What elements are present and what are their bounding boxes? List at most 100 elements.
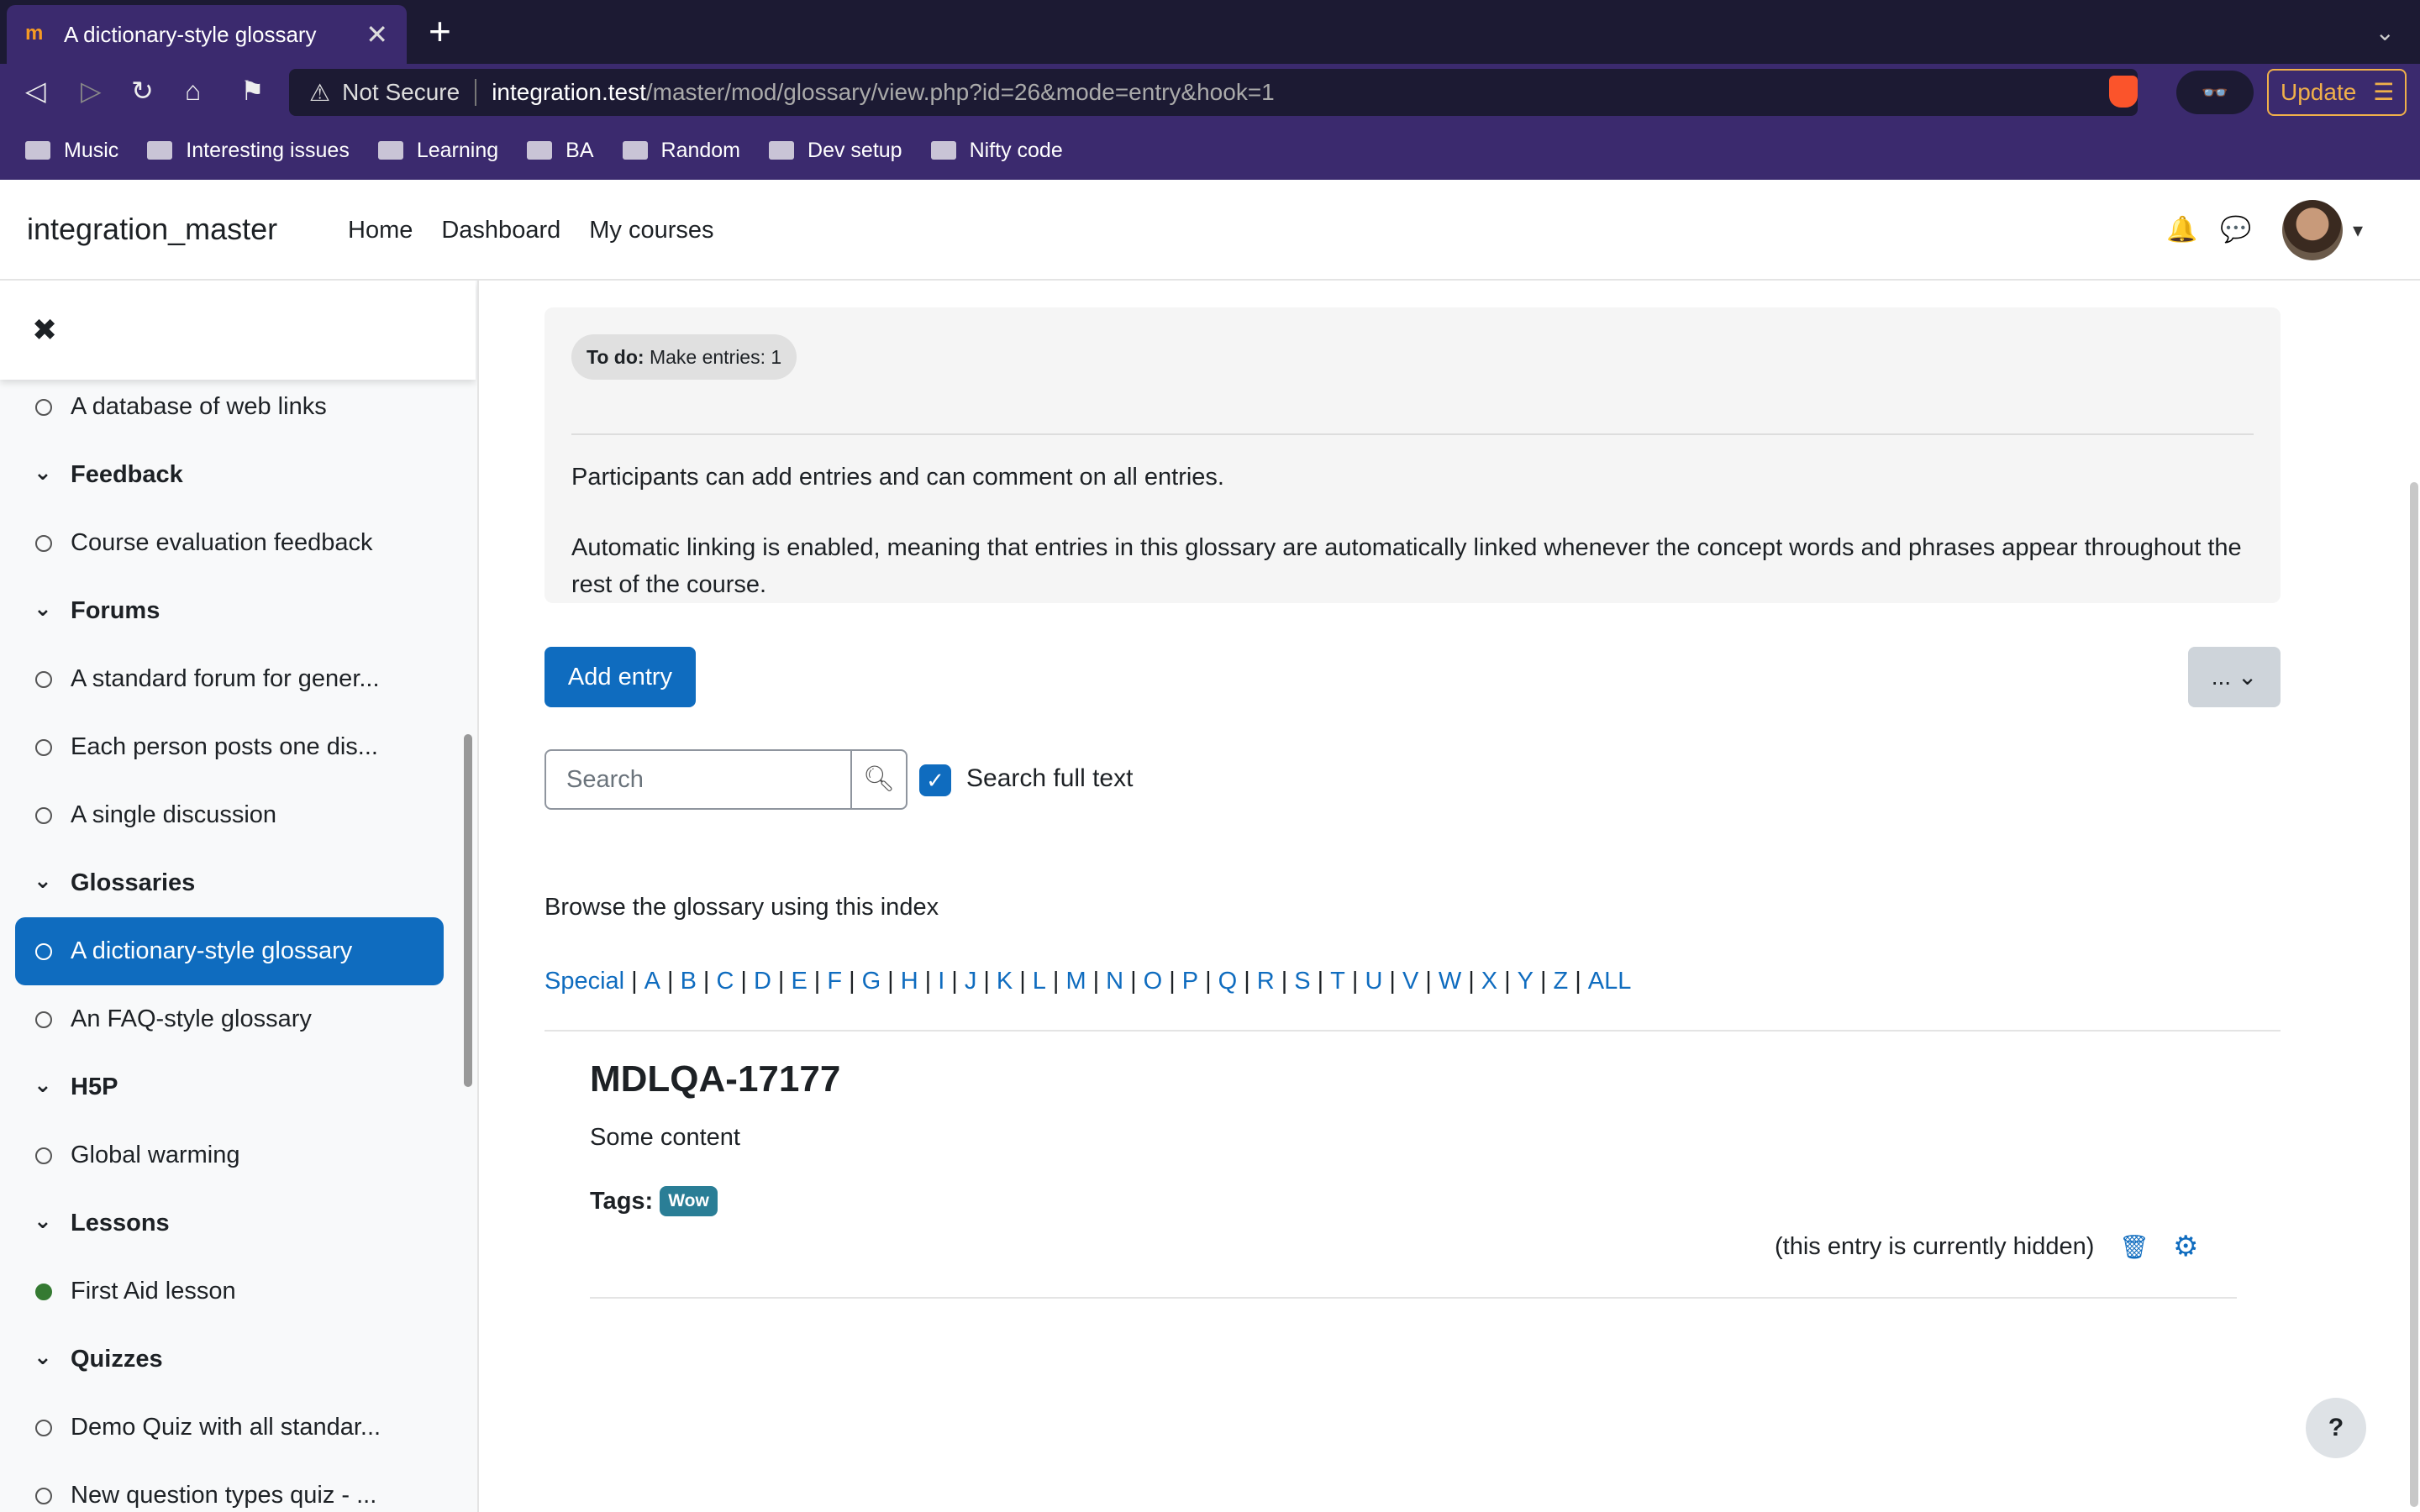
- course-index-activity[interactable]: A database of web links: [0, 373, 476, 441]
- bookmark-item[interactable]: Dev setup: [769, 139, 902, 163]
- index-letter-link[interactable]: L: [1033, 968, 1046, 995]
- index-letter-link[interactable]: V: [1402, 968, 1418, 995]
- chevron-down-icon[interactable]: ⌄: [34, 1208, 52, 1234]
- reload-icon[interactable]: ↻: [131, 77, 154, 104]
- forward-icon[interactable]: ▷: [81, 77, 102, 104]
- update-button[interactable]: Update ☰: [2267, 69, 2407, 116]
- index-separator: |: [983, 968, 990, 995]
- index-letter-link[interactable]: A: [644, 968, 660, 995]
- course-index-activity[interactable]: A dictionary-style glossary: [15, 917, 444, 985]
- edit-entry-gear-icon[interactable]: ⚙: [2173, 1230, 2198, 1263]
- index-letter-link[interactable]: Q: [1218, 968, 1238, 995]
- index-separator: |: [1504, 968, 1511, 995]
- drawer-scrollbar[interactable]: [464, 734, 472, 1087]
- messages-icon[interactable]: 💬: [2220, 215, 2251, 244]
- index-letter-link[interactable]: Special: [544, 968, 624, 995]
- course-index-activity[interactable]: A standard forum for gener...: [0, 645, 476, 713]
- index-letter-link[interactable]: M: [1065, 968, 1086, 995]
- index-letter-link[interactable]: G: [862, 968, 881, 995]
- more-label: ...: [2211, 664, 2232, 690]
- bookmark-icon[interactable]: ⚑: [240, 77, 265, 104]
- index-letter-link[interactable]: B: [681, 968, 697, 995]
- more-actions-button[interactable]: ... ⌄: [2188, 647, 2281, 707]
- brave-shield-icon[interactable]: [2109, 76, 2138, 108]
- index-letter-link[interactable]: E: [791, 968, 807, 995]
- notifications-bell-icon[interactable]: 🔔: [2166, 215, 2197, 244]
- index-letter-link[interactable]: Z: [1554, 968, 1569, 995]
- bookmark-item[interactable]: Interesting issues: [147, 139, 350, 163]
- completion-badge: To do: Make entries: 1: [571, 334, 797, 380]
- index-letter-link[interactable]: R: [1257, 968, 1275, 995]
- course-index-activity[interactable]: Demo Quiz with all standar...: [0, 1394, 476, 1462]
- close-drawer-icon[interactable]: ✖: [32, 312, 57, 348]
- course-section-feedback[interactable]: ⌄ Feedback: [0, 441, 476, 509]
- index-letter-link[interactable]: P: [1182, 968, 1198, 995]
- index-letter-link[interactable]: T: [1330, 968, 1345, 995]
- add-entry-button[interactable]: Add entry: [544, 647, 696, 707]
- search-button[interactable]: 🔍︎: [850, 749, 908, 810]
- index-letter-link[interactable]: N: [1106, 968, 1123, 995]
- tab-list-chevron-icon[interactable]: ⌄: [2375, 18, 2395, 46]
- index-separator: |: [1468, 968, 1475, 995]
- course-section-h5p[interactable]: ⌄ H5P: [0, 1053, 476, 1121]
- index-letter-link[interactable]: ALL: [1588, 968, 1632, 995]
- index-letter-link[interactable]: J: [965, 968, 977, 995]
- index-letter-link[interactable]: F: [827, 968, 842, 995]
- index-letter-link[interactable]: D: [754, 968, 771, 995]
- new-tab-icon[interactable]: +: [429, 12, 451, 50]
- course-index-activity[interactable]: A single discussion: [0, 781, 476, 849]
- course-index-activity[interactable]: Course evaluation feedback: [0, 509, 476, 577]
- index-letter-link[interactable]: K: [997, 968, 1013, 995]
- search-input[interactable]: [544, 749, 852, 810]
- url-host: integration.test: [492, 79, 646, 105]
- help-button[interactable]: ?: [2306, 1398, 2366, 1458]
- site-name[interactable]: integration_master: [27, 212, 277, 247]
- delete-entry-icon[interactable]: 🗑: [2119, 1233, 2149, 1261]
- search-full-text-checkbox[interactable]: ✓: [919, 764, 951, 796]
- page-scrollbar[interactable]: [2410, 482, 2418, 1507]
- bookmark-item[interactable]: Music: [25, 139, 118, 163]
- index-letter-link[interactable]: U: [1365, 968, 1382, 995]
- index-letter-link[interactable]: X: [1481, 968, 1497, 995]
- nav-my-courses[interactable]: My courses: [589, 217, 713, 244]
- course-index-activity[interactable]: An FAQ-style glossary: [0, 985, 476, 1053]
- private-glasses-icon[interactable]: 👓: [2176, 71, 2254, 114]
- course-section-forums[interactable]: ⌄ Forums: [0, 577, 476, 645]
- course-section-quizzes[interactable]: ⌄ Quizzes: [0, 1326, 476, 1394]
- chevron-down-icon[interactable]: ⌄: [34, 1072, 52, 1098]
- course-section-glossaries[interactable]: ⌄ Glossaries: [0, 849, 476, 917]
- back-icon[interactable]: ◁: [25, 77, 46, 104]
- index-letter-link[interactable]: O: [1144, 968, 1163, 995]
- index-letter-link[interactable]: I: [938, 968, 944, 995]
- browser-toolbar: ◁ ▷ ↻ ⌂ ⚑ ⚠ Not Secure integration.test …: [0, 64, 2420, 121]
- avatar[interactable]: [2282, 200, 2343, 260]
- course-index-activity[interactable]: Each person posts one dis...: [0, 713, 476, 781]
- nav-home[interactable]: Home: [348, 217, 413, 244]
- entry-content: Some content: [590, 1124, 740, 1151]
- home-icon[interactable]: ⌂: [185, 77, 201, 104]
- course-index-activity[interactable]: Global warming: [0, 1121, 476, 1189]
- course-section-lessons[interactable]: ⌄ Lessons: [0, 1189, 476, 1257]
- bookmark-item[interactable]: BA: [527, 139, 594, 163]
- bookmark-item[interactable]: Random: [622, 139, 740, 163]
- course-index-activity[interactable]: First Aid lesson: [0, 1257, 476, 1326]
- user-menu-chevron-icon[interactable]: ▾: [2353, 218, 2363, 243]
- close-tab-icon[interactable]: ✕: [366, 18, 388, 50]
- index-letter-link[interactable]: H: [901, 968, 918, 995]
- chevron-down-icon[interactable]: ⌄: [34, 596, 52, 622]
- chevron-down-icon[interactable]: ⌄: [34, 868, 52, 894]
- nav-dashboard[interactable]: Dashboard: [441, 217, 560, 244]
- index-letter-link[interactable]: S: [1294, 968, 1310, 995]
- bookmark-item[interactable]: Learning: [377, 139, 498, 163]
- index-letter-link[interactable]: C: [716, 968, 734, 995]
- chevron-down-icon[interactable]: ⌄: [34, 1344, 52, 1370]
- index-letter-link[interactable]: W: [1439, 968, 1461, 995]
- tag-badge[interactable]: Wow: [660, 1186, 718, 1216]
- index-letter-link[interactable]: Y: [1518, 968, 1534, 995]
- course-index-activity[interactable]: New question types quiz - ...: [0, 1462, 476, 1512]
- course-index-label: Course evaluation feedback: [71, 529, 373, 556]
- browser-tab[interactable]: m A dictionary-style glossary ✕: [7, 5, 407, 64]
- bookmark-item[interactable]: Nifty code: [930, 139, 1063, 163]
- address-bar[interactable]: ⚠ Not Secure integration.test /master/mo…: [289, 69, 2138, 116]
- chevron-down-icon[interactable]: ⌄: [34, 459, 52, 486]
